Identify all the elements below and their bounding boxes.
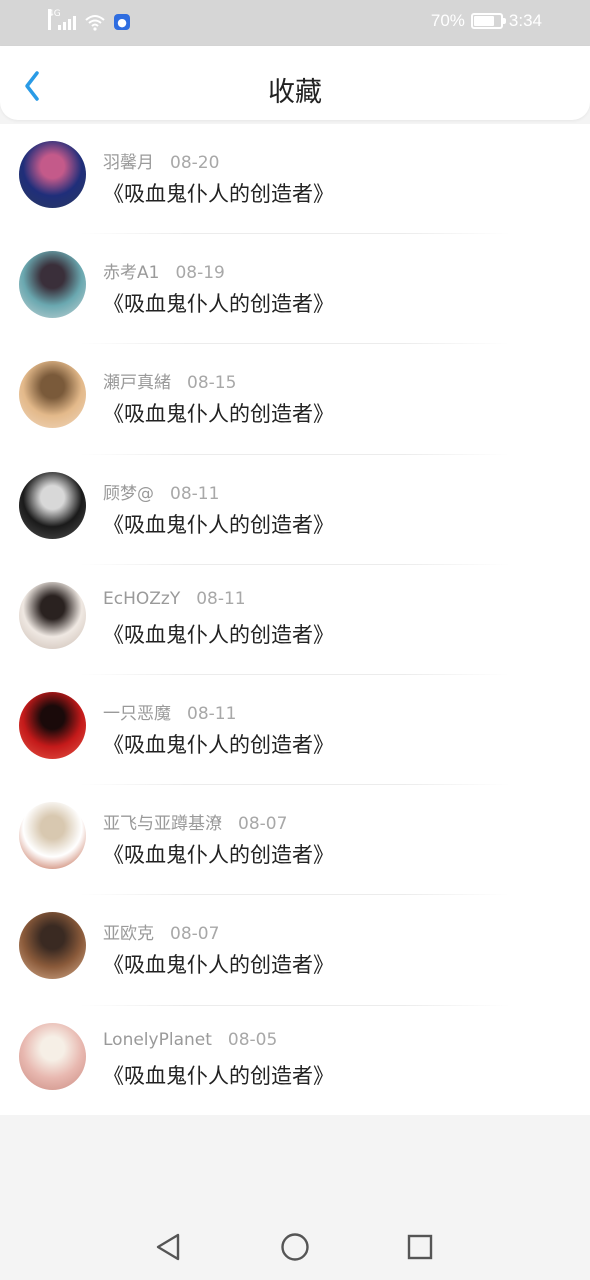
avatar[interactable] xyxy=(19,802,86,870)
system-home-button[interactable] xyxy=(278,1230,312,1264)
battery-fill xyxy=(473,16,494,26)
date: 08-20 xyxy=(170,153,220,173)
favorite-title[interactable]: 《吸血鬼仆人的创造者》 xyxy=(103,509,334,539)
favorites-list: 羽馨月 08-20 《吸血鬼仆人的创造者》 赤考A1 08-19 《吸血鬼仆人的创造者》瀬… xyxy=(0,124,590,1115)
favorite-title[interactable]: 《吸血鬼仆人的创造者》 xyxy=(103,178,334,208)
system-nav-bar xyxy=(0,1214,590,1280)
avatar[interactable] xyxy=(19,691,86,759)
username[interactable]: 亚飞与亚蹲基潦 xyxy=(103,814,222,834)
cellular-signal-icon: 4G xyxy=(48,9,76,32)
favorite-title[interactable]: 《吸血鬼仆人的创造者》 xyxy=(103,619,334,649)
date: 08-07 xyxy=(170,924,220,945)
favorite-title[interactable]: 《吸血鬼仆人的创造者》 xyxy=(103,729,334,759)
favorite-item[interactable]: 瀬戸真緒 08-15 《吸血鬼仆人的创造者》 xyxy=(0,344,590,455)
status-right: 70% 3:34 xyxy=(431,11,542,31)
status-left: 4G ● xyxy=(48,9,130,32)
username[interactable]: 羽馨月 xyxy=(103,153,154,173)
battery-percent: 70% xyxy=(430,11,465,30)
avatar[interactable] xyxy=(19,471,86,539)
system-back-button[interactable] xyxy=(151,1230,185,1264)
clock: 3:34 xyxy=(508,11,542,30)
username[interactable]: LonelyPlanet xyxy=(103,1030,212,1050)
favorite-item[interactable]: 羽馨月 08-20 《吸血鬼仆人的创造者》 xyxy=(0,124,590,235)
favorite-title[interactable]: 《吸血鬼仆人的创造者》 xyxy=(103,949,334,979)
item-meta: EcHOZzY 08-11 xyxy=(103,589,246,609)
item-meta: 亚欧克 08-07 xyxy=(103,919,219,944)
battery-icon xyxy=(470,13,506,29)
favorite-item[interactable]: LonelyPlanet 08-05 《吸血鬼仆人的创造者》 xyxy=(0,1006,590,1116)
username[interactable]: 顾梦@ xyxy=(103,484,154,504)
item-meta: LonelyPlanet 08-05 xyxy=(103,1030,277,1050)
avatar[interactable] xyxy=(19,361,86,429)
network-type: 4G xyxy=(48,9,61,30)
favorite-item[interactable]: EcHOZzY 08-11 《吸血鬼仆人的创造者》 xyxy=(0,565,590,675)
item-meta: 亚飞与亚蹲基潦 08-07 xyxy=(103,809,287,834)
notification-app-icon: ● xyxy=(114,14,130,30)
avatar[interactable] xyxy=(19,1022,86,1090)
circle-home-icon xyxy=(281,1233,309,1261)
item-meta: 赤考A1 08-19 xyxy=(103,258,225,283)
avatar[interactable] xyxy=(19,581,86,649)
favorite-title[interactable]: 《吸血鬼仆人的创造者》 xyxy=(103,1060,334,1090)
status-bar: 4G ● 70% 3:34 xyxy=(0,0,590,46)
favorite-item[interactable]: 一只恶魔 08-11 《吸血鬼仆人的创造者》 xyxy=(0,675,590,786)
avatar[interactable] xyxy=(19,141,86,208)
date: 08-15 xyxy=(187,373,237,394)
date: 08-07 xyxy=(238,814,288,835)
title-bar: 收藏 xyxy=(0,46,590,120)
avatar[interactable] xyxy=(19,912,86,980)
square-recents-icon xyxy=(407,1234,433,1260)
item-meta: 一只恶魔 08-11 xyxy=(103,699,236,724)
item-meta: 羽馨月 08-20 xyxy=(103,148,219,173)
favorite-item[interactable]: 亚飞与亚蹲基潦 08-07 《吸血鬼仆人的创造者》 xyxy=(0,785,590,896)
username[interactable]: 赤考A1 xyxy=(103,263,159,283)
wifi-icon xyxy=(85,15,105,31)
favorite-title[interactable]: 《吸血鬼仆人的创造者》 xyxy=(103,288,334,318)
favorite-title[interactable]: 《吸血鬼仆人的创造者》 xyxy=(103,839,334,869)
favorite-item[interactable]: 赤考A1 08-19 《吸血鬼仆人的创造者》 xyxy=(0,234,590,345)
date: 08-11 xyxy=(196,588,246,609)
favorite-item[interactable]: 顾梦@ 08-11 《吸血鬼仆人的创造者》 xyxy=(0,455,590,565)
item-meta: 瀬戸真緒 08-15 xyxy=(103,368,236,393)
username[interactable]: 亚欧克 xyxy=(103,924,154,944)
username[interactable]: 瀬戸真緒 xyxy=(103,373,171,393)
date: 08-11 xyxy=(170,483,220,504)
avatar[interactable] xyxy=(19,251,86,319)
username[interactable]: EcHOZzY xyxy=(103,589,180,609)
system-recents-button[interactable] xyxy=(403,1230,437,1264)
item-meta: 顾梦@ 08-11 xyxy=(103,479,219,504)
username[interactable]: 一只恶魔 xyxy=(103,704,171,724)
favorite-item[interactable]: 亚欧克 08-07 《吸血鬼仆人的创造者》 xyxy=(0,895,590,1006)
date: 08-19 xyxy=(175,263,225,284)
date: 08-05 xyxy=(227,1029,278,1050)
page-title: 收藏 xyxy=(268,77,322,108)
triangle-back-icon xyxy=(156,1233,180,1261)
date: 08-11 xyxy=(187,703,237,724)
favorite-title[interactable]: 《吸血鬼仆人的创造者》 xyxy=(103,398,334,428)
